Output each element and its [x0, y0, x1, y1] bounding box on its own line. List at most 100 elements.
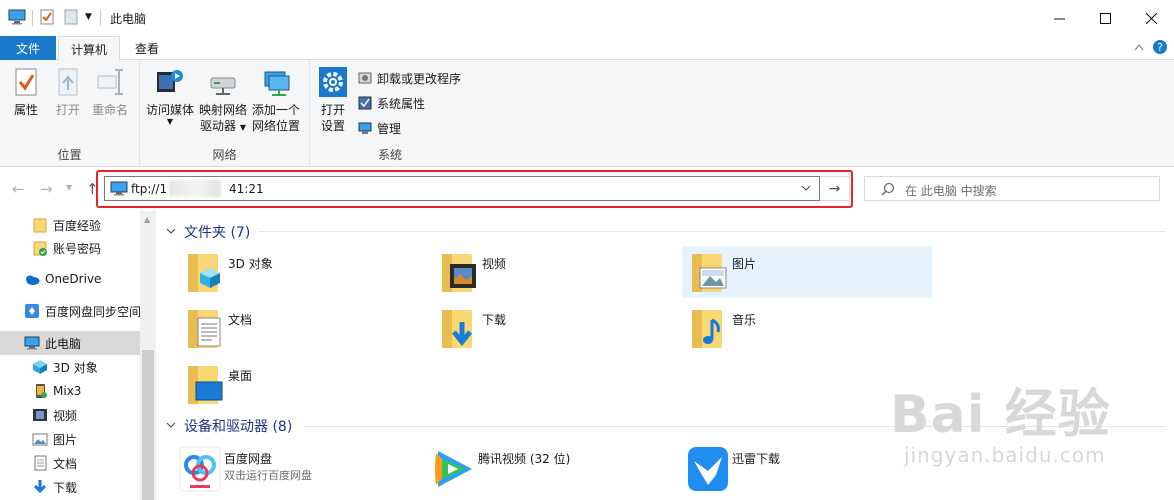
recent-locations-icon[interactable]: ▼ [66, 183, 72, 192]
section-divider [304, 426, 1166, 427]
help-icon[interactable]: ? [1152, 39, 1168, 58]
add-network-location-button[interactable]: 添加一个 网络位置 [250, 66, 302, 134]
back-arrow-icon[interactable]: ← [12, 180, 25, 198]
uninstall-button[interactable]: 卸载或更改程序 [358, 68, 461, 88]
network-location-icon [261, 66, 291, 98]
chevron-down-icon [166, 421, 176, 432]
properties-button[interactable]: 属性 [8, 66, 44, 118]
document-folder-icon [182, 306, 224, 350]
ribbon-group-system: 打开 设置 卸载或更改程序 系统属性 管理 系统 [310, 60, 470, 167]
system-properties-button[interactable]: 系统属性 [358, 93, 425, 113]
title-bar: ▼ 此电脑 [0, 0, 1174, 36]
rename-button[interactable]: 重命名 [90, 66, 130, 118]
manage-icon [358, 121, 372, 135]
search-input[interactable]: 在 此电脑 中搜索 [864, 176, 1160, 201]
nav-item-onedrive[interactable]: OneDrive [0, 267, 140, 291]
content-pane: 文件夹 (7) 3D 对象 视频 图片 文档 下载 音乐 桌面 设备和驱动器 (… [158, 211, 1174, 500]
nav-item-pictures[interactable]: 图片 [0, 427, 140, 451]
tab-computer[interactable]: 计算机 [58, 36, 120, 61]
folder-tile-desktop[interactable]: 桌面 [178, 358, 428, 410]
folder-tile-3d-objects[interactable]: 3D 对象 [178, 246, 428, 298]
cloud-icon [24, 271, 40, 287]
divider [100, 10, 101, 26]
nav-item-downloads[interactable]: 下载 [0, 475, 140, 499]
device-tile-baidu-netdisk[interactable]: 百度网盘 双击运行百度网盘 [174, 441, 424, 493]
new-folder-quick-icon[interactable] [64, 9, 78, 28]
properties-quick-icon[interactable] [40, 9, 54, 28]
scroll-up-icon[interactable]: ▲ [144, 215, 150, 224]
group-label-network: 网络 [212, 148, 237, 162]
nav-item-account-password[interactable]: 账号密码 [0, 236, 140, 260]
document-icon [32, 455, 48, 471]
properties-icon [11, 66, 41, 98]
nav-item-mix3[interactable]: Mix3 [0, 379, 140, 403]
section-divider [258, 231, 1166, 232]
nav-item-this-pc[interactable]: 此电脑 [0, 331, 140, 355]
tencent-video-icon [432, 445, 474, 489]
close-button[interactable] [1128, 0, 1174, 36]
device-tile-xunlei[interactable]: 迅雷下载 [682, 441, 932, 493]
minimize-ribbon-icon[interactable] [1134, 41, 1144, 54]
forward-arrow-icon[interactable]: → [40, 180, 53, 198]
chevron-down-icon [166, 227, 176, 238]
rename-icon [95, 66, 125, 98]
folder-tile-videos[interactable]: 视频 [432, 246, 682, 298]
music-folder-icon [686, 306, 728, 350]
maximize-icon [1099, 12, 1111, 24]
tab-view[interactable]: 查看 [124, 36, 170, 60]
search-placeholder: 在 此电脑 中搜索 [905, 184, 997, 198]
minimize-icon [1053, 18, 1065, 19]
uninstall-icon [358, 71, 372, 85]
tab-file[interactable]: 文件 [0, 36, 56, 60]
video-folder-icon [436, 250, 478, 294]
desktop-folder-icon [182, 362, 224, 406]
open-settings-button[interactable]: 打开 设置 [316, 66, 350, 134]
manage-button[interactable]: 管理 [358, 118, 401, 138]
svg-text:?: ? [1157, 41, 1163, 54]
folder-tile-music[interactable]: 音乐 [682, 302, 932, 354]
folder-tile-pictures[interactable]: 图片 [682, 246, 932, 298]
annotation-highlight-box [96, 170, 853, 208]
group-label-location: 位置 [57, 148, 82, 162]
ribbon: 属性 打开 重命名 位置 访问媒体 ▼ 映射网络 驱动器 ▼ 添加一个 网络位置… [0, 60, 1174, 167]
nav-item-baidu-jingyan[interactable]: 百度经验 [0, 213, 140, 237]
cube-folder-icon [182, 250, 224, 294]
search-icon [881, 182, 895, 199]
folder-icon [32, 217, 48, 233]
system-properties-icon [358, 96, 372, 110]
computer-icon[interactable] [8, 9, 26, 28]
close-icon [1145, 12, 1157, 24]
folder-tile-downloads[interactable]: 下载 [432, 302, 682, 354]
window-title: 此电脑 [110, 12, 147, 26]
nav-item-3d-objects[interactable]: 3D 对象 [0, 355, 140, 379]
access-media-button[interactable]: 访问媒体 ▼ [144, 66, 196, 126]
group-label-system: 系统 [377, 148, 402, 162]
phone-icon [32, 383, 48, 399]
nav-item-baidu-sync[interactable]: 百度网盘同步空间 [0, 299, 140, 323]
gear-icon [318, 66, 348, 98]
device-tile-tencent-video[interactable]: 腾讯视频 (32 位) [428, 441, 678, 493]
open-button[interactable]: 打开 [52, 66, 84, 118]
picture-folder-icon [686, 250, 728, 294]
baidu-netdisk-icon [178, 445, 221, 492]
network-drive-icon [208, 66, 238, 98]
maximize-button[interactable] [1082, 0, 1128, 36]
open-icon [53, 66, 83, 98]
map-network-drive-button[interactable]: 映射网络 驱动器 ▼ [198, 66, 248, 136]
nav-item-documents[interactable]: 文档 [0, 451, 140, 475]
dropdown-arrow-icon: ▼ [166, 117, 174, 126]
ribbon-group-network: 访问媒体 ▼ 映射网络 驱动器 ▼ 添加一个 网络位置 网络 [140, 60, 310, 167]
navigation-bar: ← → ▼ ↑ ftp://1 41:21 → 在 此电脑 中搜索 [0, 167, 1174, 211]
customize-quick-access-icon[interactable]: ▼ [85, 12, 92, 22]
xunlei-icon [686, 445, 728, 491]
folder-synced-icon [32, 240, 48, 256]
folders-section-header[interactable]: 文件夹 (7) [166, 222, 250, 242]
divider [32, 10, 33, 26]
devices-section-header[interactable]: 设备和驱动器 (8) [166, 416, 292, 436]
minimize-button[interactable] [1036, 0, 1082, 36]
nav-scrollbar-thumb[interactable] [142, 350, 154, 500]
download-icon [32, 479, 48, 495]
nav-item-videos[interactable]: 视频 [0, 403, 140, 427]
folder-tile-documents[interactable]: 文档 [178, 302, 428, 354]
ribbon-group-location: 属性 打开 重命名 位置 [0, 60, 140, 167]
